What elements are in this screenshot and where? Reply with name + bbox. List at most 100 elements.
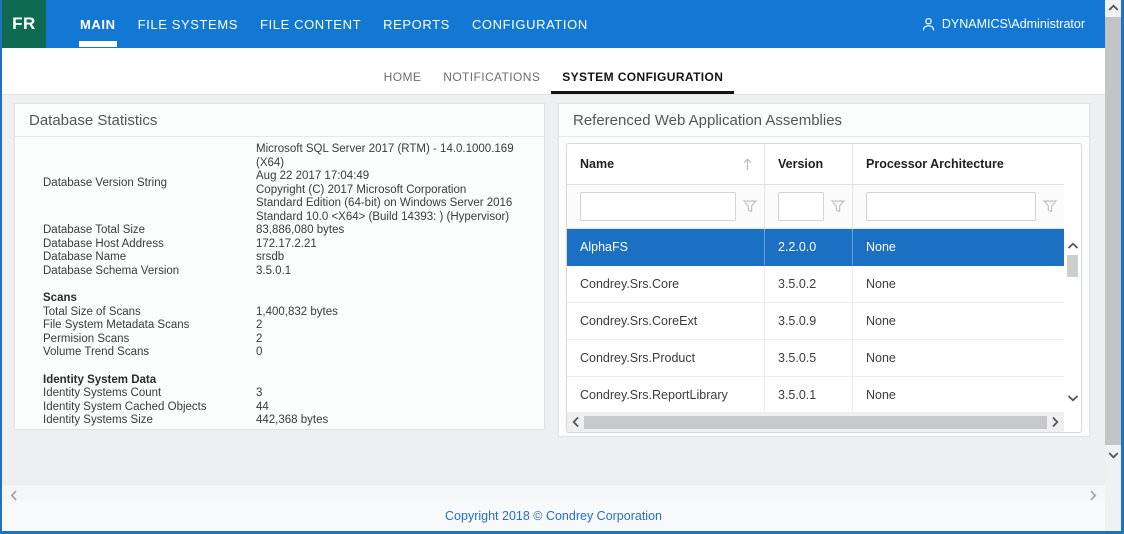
grid-header-row: Name Version Processor Architecture [567,144,1064,185]
stat-row: Permision Scans 2 [43,333,534,347]
cell-version[interactable]: 3.5.0.5 [764,340,852,376]
grid-filter-row [567,185,1064,229]
sort-ascending-icon [743,158,752,171]
stat-row: Database Total Size 83,886,080 bytes [43,224,534,238]
table-row-condrey-srs-reportlibrary[interactable]: Condrey.Srs.ReportLibrary 3.5.0.1 None [567,377,1064,414]
cell-name[interactable]: Condrey.Srs.Product [567,340,764,376]
version-line: Aug 22 2017 17:04:49 [256,170,534,184]
page-horizontal-scrollbar[interactable] [2,484,1105,501]
column-header-label: Version [778,157,823,171]
column-header-label: Name [580,157,614,171]
scrollbar-thumb[interactable] [584,416,1047,429]
stat-row: File System Metadata Scans 2 [43,319,534,333]
stat-value: 0 [256,346,534,360]
cell-version[interactable]: 2.2.0.0 [764,229,852,265]
table-row-condrey-srs-core[interactable]: Condrey.Srs.Core 3.5.0.2 None [567,266,1064,303]
stat-row: Identity Systems Count 3 [43,387,534,401]
filter-funnel-icon[interactable] [743,200,757,213]
cell-processor-architecture[interactable]: None [852,229,1064,265]
stat-row: Database Schema Version 3.5.0.1 [43,265,534,279]
cell-processor-architecture[interactable]: None [852,340,1064,376]
scroll-down-icon[interactable] [1067,394,1079,402]
filter-cell-processor-architecture [852,185,1064,228]
user-icon [921,17,936,32]
stat-label: Database Version String [43,177,256,191]
stat-label: Volume Trend Scans [43,346,256,360]
version-line: Copyright (C) 2017 Microsoft Corporation [256,184,534,198]
assemblies-grid: Name Version Processor Architecture [566,143,1082,433]
cell-name[interactable]: Condrey.Srs.Core [567,266,764,302]
stat-row: Identity Systems Size 442,368 bytes [43,414,534,428]
stat-value: 2 [256,319,534,333]
panel-title: Referenced Web Application Assemblies [559,104,1089,137]
content-area: Database Statistics Database Version Str… [2,95,1105,484]
top-nav-item-file-systems[interactable]: FILE SYSTEMS [127,0,249,48]
tab-home[interactable]: HOME [373,48,433,94]
stat-label: Permision Scans [43,333,256,347]
tab-system-configuration[interactable]: SYSTEM CONFIGURATION [551,48,734,94]
cell-version[interactable]: 3.5.0.1 [764,377,852,413]
cell-processor-architecture[interactable]: None [852,377,1064,413]
cell-version[interactable]: 3.5.0.2 [764,266,852,302]
stat-value: 172.17.2.21 [256,238,534,252]
stat-label: Identity Systems Count [43,387,256,401]
top-nav-item-file-content[interactable]: FILE CONTENT [249,0,372,48]
column-header-version[interactable]: Version [764,144,852,184]
scrollbar-thumb[interactable] [1067,255,1078,277]
cell-processor-architecture[interactable]: None [852,303,1064,339]
top-nav: MAIN FILE SYSTEMS FILE CONTENT REPORTS C… [69,0,599,48]
version-filter-input[interactable] [778,192,824,221]
stat-label: Identity System Cached Objects [43,401,256,415]
stat-label: Database Host Address [43,238,256,252]
filter-funnel-icon[interactable] [1043,200,1057,213]
grid-horizontal-scrollbar[interactable] [567,412,1064,432]
scans-section-header: Scans [43,292,534,306]
filter-funnel-icon[interactable] [831,200,845,213]
stat-value-version: Microsoft SQL Server 2017 (RTM) - 14.0.1… [256,143,534,224]
scroll-up-icon[interactable] [1108,4,1119,12]
cell-version[interactable]: 3.5.0.9 [764,303,852,339]
cell-name[interactable]: AlphaFS [567,229,764,265]
column-header-label: Processor Architecture [866,157,1004,171]
scroll-left-icon[interactable] [10,488,18,506]
scroll-right-icon[interactable] [1089,488,1097,506]
copyright-text: Copyright 2018 © Condrey Corporation [445,509,662,523]
assemblies-panel: Referenced Web Application Assemblies Na… [558,103,1090,437]
cell-processor-architecture[interactable]: None [852,266,1064,302]
scroll-right-icon[interactable] [1051,416,1059,428]
top-nav-item-main[interactable]: MAIN [69,0,127,48]
grid-vertical-scrollbar[interactable] [1064,230,1081,414]
app-logo[interactable]: FR [2,0,46,48]
stat-label: Database Name [43,251,256,265]
scroll-up-icon[interactable] [1067,242,1079,250]
table-row-condrey-srs-product[interactable]: Condrey.Srs.Product 3.5.0.5 None [567,340,1064,377]
table-row-condrey-srs-coreext[interactable]: Condrey.Srs.CoreExt 3.5.0.9 None [567,303,1064,340]
stat-value: srsdb [256,251,534,265]
table-row-alphafs[interactable]: AlphaFS 2.2.0.0 None [567,229,1064,266]
scroll-down-icon[interactable] [1108,451,1119,459]
scroll-left-icon[interactable] [572,416,580,428]
top-bar: FR MAIN FILE SYSTEMS FILE CONTENT REPORT… [2,0,1105,48]
stat-row: Total Size of Scans 1,400,832 bytes [43,306,534,320]
cell-name[interactable]: Condrey.Srs.CoreExt [567,303,764,339]
cell-name[interactable]: Condrey.Srs.ReportLibrary [567,377,764,413]
filter-cell-name [567,185,764,228]
tab-notifications[interactable]: NOTIFICATIONS [432,48,551,94]
stat-value: 3.5.0.1 [256,265,534,279]
stat-value: 44 [256,401,534,415]
scrollbar-thumb[interactable] [1105,17,1121,445]
stat-label: File System Metadata Scans [43,319,256,333]
user-menu[interactable]: DYNAMICS\Administrator [921,0,1085,48]
page-vertical-scrollbar[interactable] [1105,0,1121,531]
stat-row: Database Name srsdb [43,251,534,265]
processor-architecture-filter-input[interactable] [866,192,1036,221]
column-header-processor-architecture[interactable]: Processor Architecture [852,144,1064,184]
top-nav-item-configuration[interactable]: CONFIGURATION [461,0,599,48]
version-line: Standard 10.0 <X64> (Build 14393: ) (Hyp… [256,211,534,225]
top-nav-item-reports[interactable]: REPORTS [372,0,461,48]
panel-title: Database Statistics [15,104,544,137]
name-filter-input[interactable] [580,192,736,221]
stat-value: 442,368 bytes [256,414,534,428]
page-footer: Copyright 2018 © Condrey Corporation [2,501,1105,531]
column-header-name[interactable]: Name [567,144,764,184]
